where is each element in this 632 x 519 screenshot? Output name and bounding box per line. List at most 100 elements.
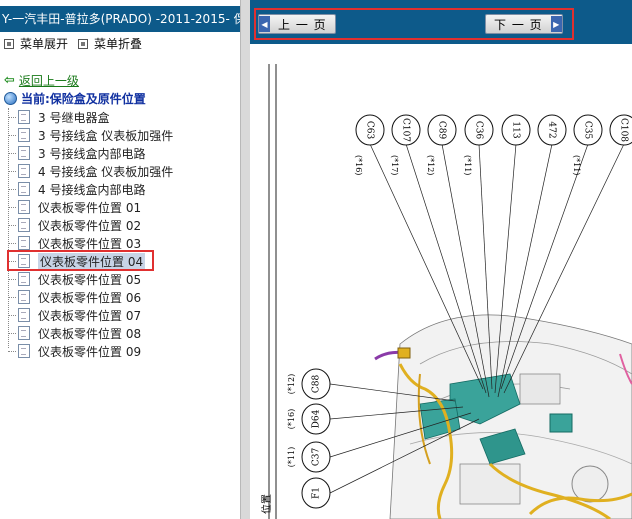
top-connector-callouts: C63 (*16) C107 (*17) C89 (*12) C36 (*11) 113 472 C… <box>354 114 632 175</box>
tree-item-label: 4 号接线盒 仪表板加强件 <box>38 164 174 179</box>
tree-item[interactable]: 仪表板零件位置 05 <box>8 270 141 288</box>
tree-item[interactable]: 3 号接线盒内部电路 <box>8 144 145 162</box>
tree-connector <box>8 206 16 208</box>
back-arrow-icon: ⇦ <box>4 73 15 88</box>
next-arrow-icon: ▶ <box>550 16 562 32</box>
document-icon <box>18 326 30 340</box>
wiring-diagram: 位置 C63 (*16) C107(*17)C89(*12)C36(*11)113 … <box>260 64 632 519</box>
connector-id: 472 <box>547 121 557 138</box>
document-icon <box>18 272 30 286</box>
tree-item-label: 仪表板零件位置 03 <box>38 236 142 251</box>
connector-id: D64 <box>312 409 322 428</box>
expand-icon <box>4 38 14 49</box>
connector-id: C36 <box>474 121 484 140</box>
right-panel: ◀ 上 一 页 下 一 页 ▶ 位置 C63 (*16) C107 (*17) … <box>250 0 632 519</box>
tree-item-label: 仪表板零件位置 07 <box>38 308 142 323</box>
connector-id: F1 <box>312 487 322 499</box>
connector-id: 113 <box>511 121 521 138</box>
prev-label: 上 一 页 <box>278 17 327 32</box>
collapse-icon <box>78 38 88 49</box>
next-page-button[interactable]: 下 一 页 ▶ <box>485 14 563 34</box>
connector-tag: (*17) <box>390 155 399 175</box>
connector-id: C35 <box>583 121 593 140</box>
connector-tag: (*12) <box>426 155 435 175</box>
tree-item-label: 仪表板零件位置 06 <box>38 290 142 305</box>
document-icon <box>18 344 30 358</box>
current-label: 当前:保险盒及原件位置 <box>21 92 146 106</box>
document-icon <box>18 290 30 304</box>
left-connector-callouts: C88 (*12) D64 (*16) C37 (*11) F1 <box>287 368 331 509</box>
tree-item[interactable]: 3 号接线盒 仪表板加强件 <box>8 126 173 144</box>
left-panel: Y-一汽丰田-普拉多(PRADO) -2011-2015- 保 菜单展开 菜单折… <box>0 0 240 519</box>
document-icon <box>18 236 30 250</box>
tree-connector <box>8 242 16 244</box>
back-label: 返回上一级 <box>18 74 79 88</box>
tree-connector <box>8 188 16 190</box>
tree-connector <box>8 296 16 298</box>
tree-connector <box>8 134 16 136</box>
tree-item[interactable]: 仪表板零件位置 07 <box>8 306 141 324</box>
connector-tag: (*11) <box>572 155 581 175</box>
tree-connector <box>8 170 16 172</box>
connector-tag: (*11) <box>287 447 296 467</box>
tree-item-label: 仪表板零件位置 09 <box>38 344 142 359</box>
document-icon <box>18 182 30 196</box>
document-icon <box>18 218 30 232</box>
document-icon <box>18 164 30 178</box>
document-icon <box>18 146 30 160</box>
connector-id: C37 <box>312 448 322 467</box>
tree-connector <box>8 152 16 154</box>
tree-item-label: 3 号继电器盒 <box>38 110 110 125</box>
document-icon <box>18 128 30 142</box>
folder-globe-icon <box>4 92 17 105</box>
tree-connector <box>8 332 16 334</box>
expand-menu-button[interactable]: 菜单展开 <box>4 35 68 52</box>
tree-connector <box>8 350 16 352</box>
tree-item[interactable]: 4 号接线盒内部电路 <box>8 180 145 198</box>
expand-label: 菜单展开 <box>20 37 69 51</box>
current-node: 当前:保险盒及原件位置 <box>4 90 146 107</box>
connector-id: C63 <box>365 121 375 140</box>
prev-arrow-icon: ◀ <box>259 16 270 32</box>
tree-item-label: 仪表板零件位置 02 <box>38 218 142 233</box>
tree-item[interactable]: 4 号接线盒 仪表板加强件 <box>8 162 173 180</box>
tree-connector <box>8 224 16 226</box>
tree-item-label: 仪表板零件位置 08 <box>38 326 142 341</box>
tree-item[interactable]: 仪表板零件位置 06 <box>8 288 141 306</box>
tree-item-label: 3 号接线盒 仪表板加强件 <box>38 128 174 143</box>
tree-item[interactable]: 仪表板零件位置 08 <box>8 324 141 342</box>
tree-item-label: 3 号接线盒内部电路 <box>38 146 146 161</box>
back-link[interactable]: ⇦ 返回上一级 <box>4 72 79 89</box>
connector-id: C108 <box>619 118 629 142</box>
tree-item-label: 仪表板零件位置 01 <box>38 200 142 215</box>
document-icon <box>18 308 30 322</box>
collapse-label: 菜单折叠 <box>94 37 143 51</box>
side-caption: 位置 <box>260 494 273 514</box>
connector-tag: (*16) <box>287 409 296 429</box>
tree-connector <box>8 278 16 280</box>
tree-item[interactable]: 仪表板零件位置 01 <box>8 198 141 216</box>
tree-item[interactable]: 3 号继电器盒 <box>8 108 109 126</box>
next-label: 下 一 页 <box>494 17 543 32</box>
connector-tag: (*11) <box>463 155 472 175</box>
window-title: Y-一汽丰田-普拉多(PRADO) -2011-2015- 保 <box>0 6 240 32</box>
document-icon <box>18 200 30 214</box>
tree-item-label: 4 号接线盒内部电路 <box>38 182 146 197</box>
menu-ops-bar: 菜单展开 菜单折叠 <box>0 32 240 52</box>
connector-tag: (*12) <box>287 374 296 394</box>
tree-connector <box>8 314 16 316</box>
selection-highlight-box <box>7 250 154 271</box>
tree-item[interactable]: 仪表板零件位置 02 <box>8 216 141 234</box>
document-icon <box>18 110 30 124</box>
connector-id: C89 <box>437 121 447 140</box>
tree-item[interactable]: 仪表板零件位置 09 <box>8 342 141 360</box>
tree-item-label: 仪表板零件位置 05 <box>38 272 142 287</box>
collapse-menu-button[interactable]: 菜单折叠 <box>78 35 142 52</box>
connector-tag: (*16) <box>354 155 363 175</box>
connector-id: C88 <box>312 375 322 394</box>
tree-connector <box>8 116 16 118</box>
connector-id: C107 <box>401 118 411 142</box>
pager-bar: ◀ 上 一 页 下 一 页 ▶ <box>250 0 632 44</box>
prev-page-button[interactable]: ◀ 上 一 页 <box>258 14 336 34</box>
vehicle-illustration <box>374 314 632 519</box>
